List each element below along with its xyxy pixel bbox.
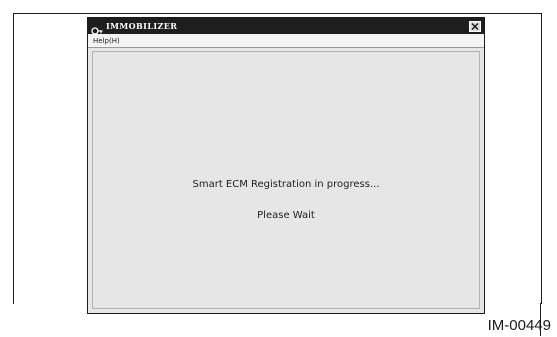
wait-message: Please Wait	[257, 210, 315, 221]
key-icon	[91, 21, 103, 35]
window-title: IMMOBILIZER	[106, 21, 178, 31]
immobilizer-window: IMMOBILIZER Help(H) Smart ECM Registrati…	[87, 17, 485, 314]
close-button[interactable]	[469, 20, 481, 32]
figure-id-label: IM-00449	[487, 317, 551, 334]
menu-bar: Help(H)	[88, 34, 484, 48]
content-area: Smart ECM Registration in progress... Pl…	[92, 51, 480, 309]
title-bar[interactable]: IMMOBILIZER	[88, 18, 484, 35]
close-icon	[471, 22, 479, 30]
status-message: Smart ECM Registration in progress...	[192, 179, 380, 190]
menu-item-help[interactable]: Help(H)	[91, 37, 122, 45]
